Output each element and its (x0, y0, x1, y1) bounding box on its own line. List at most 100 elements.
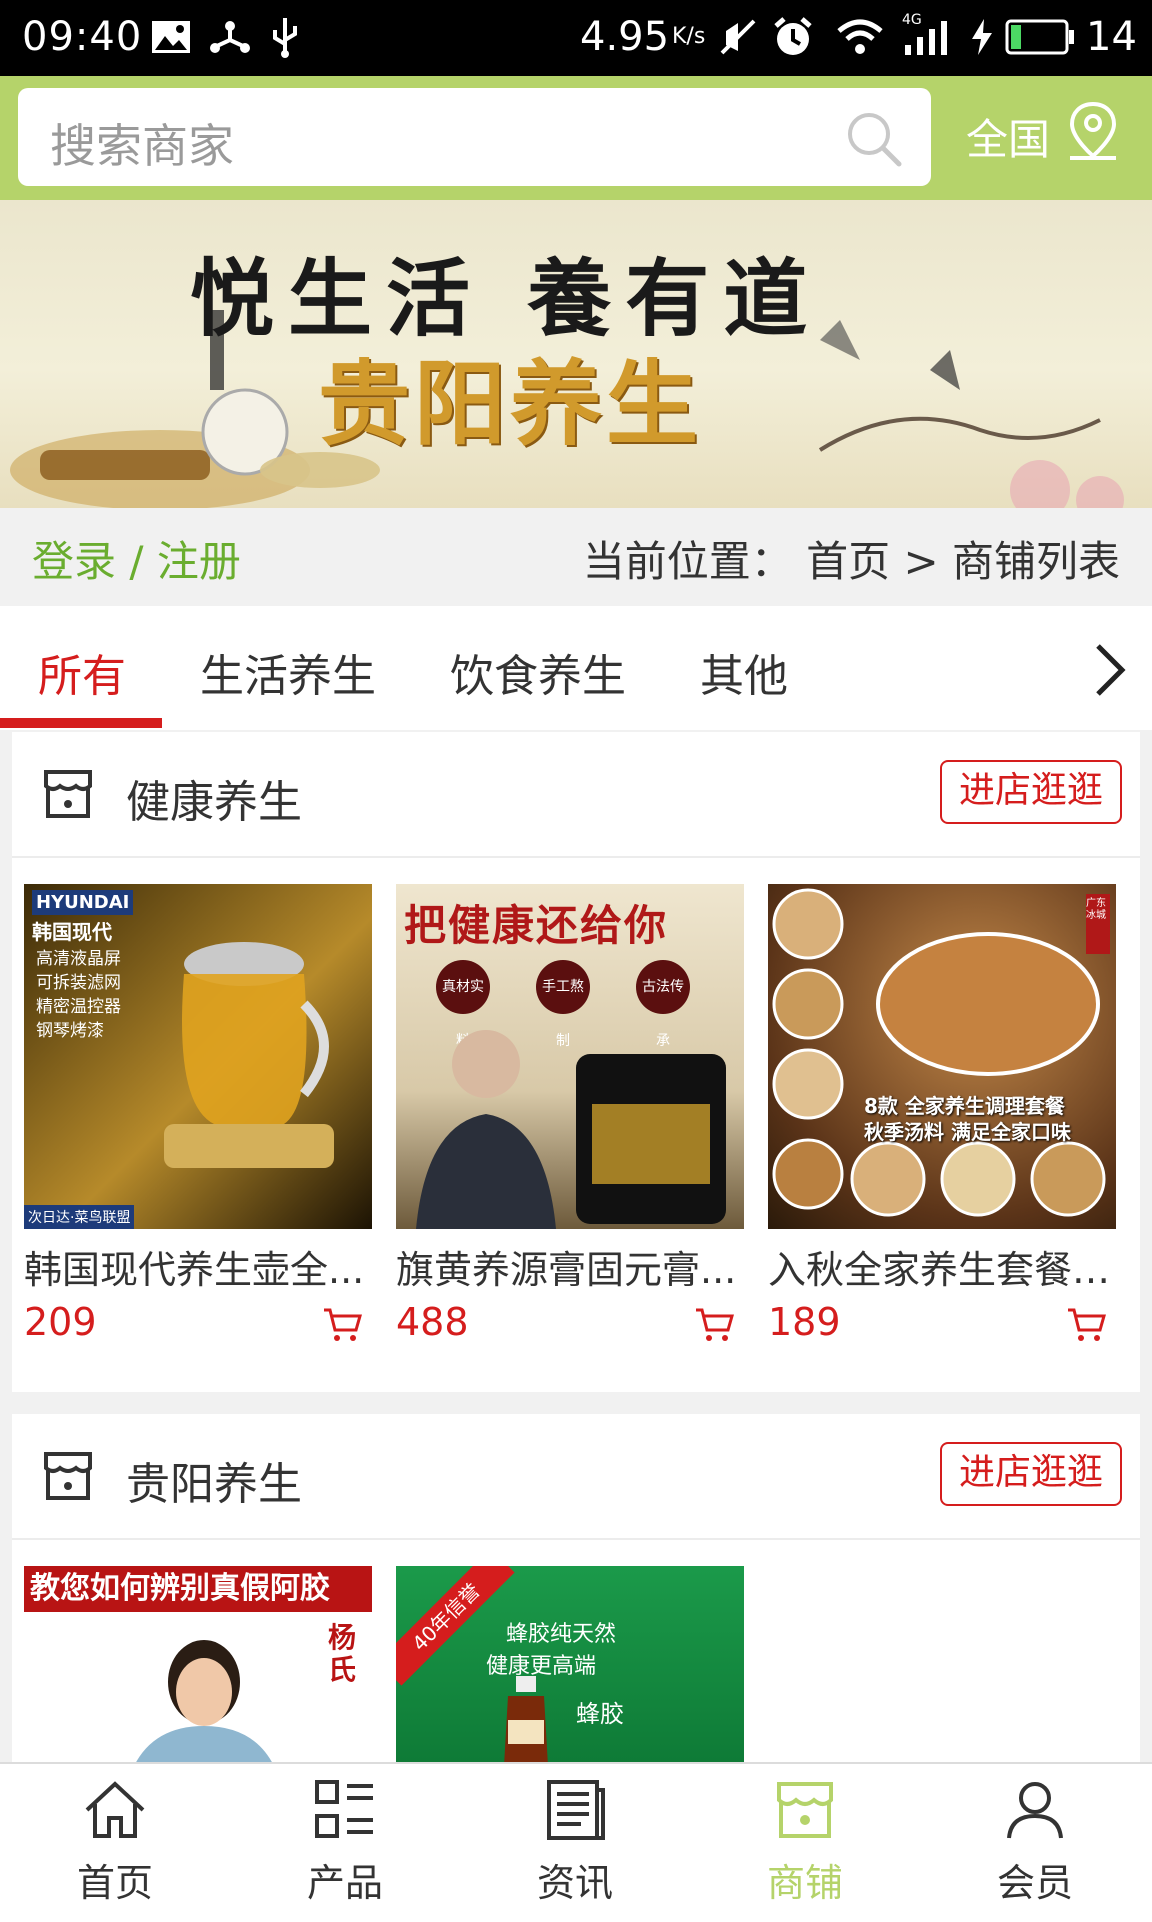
grid-list-icon (315, 1780, 373, 1838)
nav-home[interactable]: 首页 (0, 1776, 230, 1907)
chevron-right-icon[interactable] (1090, 640, 1130, 700)
visit-store-button[interactable]: 进店逛逛 (940, 1442, 1122, 1506)
active-tab-indicator (0, 718, 162, 728)
product-image-text: 蜂胶 (576, 1700, 624, 1728)
search-icon[interactable] (845, 110, 903, 168)
location-pin-icon[interactable] (1066, 100, 1120, 162)
register-link[interactable]: 注册 (157, 537, 241, 586)
region-selector[interactable]: 全国 (966, 106, 1050, 167)
product-card[interactable]: 8款 全家养生调理套餐 秋季汤料 满足全家口味 广东冰城 入秋全家养生套餐8..… (768, 884, 1116, 1352)
alarm-icon (770, 16, 816, 58)
cart-icon[interactable] (694, 1306, 734, 1344)
header-bar: 搜索商家 全国 (0, 76, 1152, 200)
product-image-text: 8款 全家养生调理套餐 (864, 1094, 1065, 1118)
nav-news[interactable]: 资讯 (460, 1776, 690, 1907)
product-name[interactable]: 入秋全家养生套餐8... (768, 1239, 1116, 1294)
battery-level: 14 (1086, 14, 1137, 60)
product-card[interactable]: 40年信誉 蜂胶纯天然 健康更高端 蜂胶 (396, 1566, 744, 1766)
store-icon (44, 1452, 92, 1500)
status-time: 09:40 (22, 14, 143, 60)
product-image-text: 古法传承 (636, 960, 690, 1049)
product-image-text: 教您如何辨别真假阿胶 (24, 1566, 372, 1612)
signal-icon: 4G (900, 12, 956, 58)
tab-other[interactable]: 其他 (700, 640, 788, 704)
search-placeholder[interactable]: 搜索商家 (50, 110, 234, 176)
home-icon (85, 1781, 145, 1838)
product-price-row: 209 (24, 1300, 372, 1352)
product-image[interactable]: 把健康还给你 真材实料 手工熬制 古法传承 (396, 884, 744, 1229)
search-box[interactable]: 搜索商家 (18, 88, 931, 186)
product-name[interactable]: 旗黄养源膏固元膏... (396, 1239, 744, 1294)
product-price: 189 (768, 1300, 841, 1344)
nav-label: 产品 (306, 1861, 383, 1905)
product-card[interactable]: 把健康还给你 真材实料 手工熬制 古法传承 旗黄养源膏固元膏... 488 (396, 884, 744, 1352)
login-separator: / (129, 537, 144, 586)
login-register: 登录 / 注册 (32, 528, 241, 589)
user-icon (1007, 1782, 1063, 1839)
net-speed: 4.95 (580, 14, 670, 60)
bottom-nav: 首页 产品 资讯 商铺 会员 (0, 1762, 1152, 1922)
product-image-text: 杨氏 (328, 1621, 357, 1686)
product-image-text: 高清液晶屏 (36, 949, 121, 969)
gallery-icon (150, 16, 192, 58)
breadcrumb: 当前位置： 首页 > 商铺列表 (582, 537, 1120, 586)
charging-icon (968, 16, 996, 58)
nav-label: 商铺 (766, 1861, 843, 1905)
news-icon (547, 1780, 605, 1840)
product-card[interactable]: HYUNDAI 韩国现代 高清液晶屏 可拆装滤网 精密温控器 钢琴烤漆 次日达·… (24, 884, 372, 1352)
mute-icon (716, 16, 760, 58)
product-image[interactable]: 教您如何辨别真假阿胶 杨氏 (24, 1566, 372, 1766)
store-name[interactable]: 贵阳养生 (126, 1448, 302, 1512)
product-name[interactable]: 韩国现代养生壶全... (24, 1239, 372, 1294)
kettle-illustration (164, 942, 334, 1168)
product-image-text: HYUNDAI (32, 890, 134, 915)
cart-icon[interactable] (322, 1306, 362, 1344)
product-price: 209 (24, 1300, 97, 1344)
product-price-row: 488 (396, 1300, 744, 1352)
product-image-text: 韩国现代 (32, 920, 112, 944)
person-photo (134, 1640, 274, 1766)
store-name[interactable]: 健康养生 (126, 766, 302, 830)
product-price: 488 (396, 1300, 469, 1344)
nav-label: 首页 (76, 1861, 153, 1905)
nav-member[interactable]: 会员 (920, 1776, 1150, 1907)
store-icon (44, 770, 92, 818)
product-price-row: 189 (768, 1300, 1116, 1352)
bottle-illustration (504, 1676, 548, 1766)
nav-label: 会员 (996, 1861, 1073, 1905)
status-bar: 09:40 4.95 K/s 4G 14 (0, 0, 1152, 76)
tab-life-wellness[interactable]: 生活养生 (200, 640, 376, 704)
nav-products[interactable]: 产品 (230, 1776, 460, 1907)
product-image-text: 可拆装滤网 (36, 973, 121, 993)
category-tabs: 所有 生活养生 饮食养生 其他 (0, 606, 1152, 730)
login-link[interactable]: 登录 (32, 537, 116, 586)
product-image-text: 蜂胶纯天然 (506, 1622, 617, 1647)
store-card: 健康养生 进店逛逛 HYUNDAI 韩国现代 高清液晶屏 可拆装滤网 精密温控器… (12, 732, 1140, 1392)
net-unit: K/s (672, 24, 706, 49)
cart-icon[interactable] (1066, 1306, 1106, 1344)
product-image-text: 钢琴烤漆 (36, 1021, 104, 1041)
product-image-text: 手工熬制 (536, 960, 590, 1049)
product-image[interactable]: HYUNDAI 韩国现代 高清液晶屏 可拆装滤网 精密温控器 钢琴烤漆 次日达·… (24, 884, 372, 1229)
soup-bowls-illustration (772, 888, 1110, 1217)
usb-icon (268, 16, 302, 58)
nav-stores[interactable]: 商铺 (690, 1776, 920, 1907)
product-image[interactable]: 40年信誉 蜂胶纯天然 健康更高端 蜂胶 (396, 1566, 744, 1766)
visit-store-button[interactable]: 进店逛逛 (940, 760, 1122, 824)
product-image-text: 真材实料 (436, 960, 490, 1049)
product-image[interactable]: 8款 全家养生调理套餐 秋季汤料 满足全家口味 广东冰城 (768, 884, 1116, 1229)
usb-share-icon (208, 16, 252, 58)
store-header: 健康养生 进店逛逛 (12, 732, 1140, 858)
product-image-text: 秋季汤料 满足全家口味 (864, 1120, 1071, 1144)
battery-icon (1004, 16, 1076, 58)
promo-banner[interactable]: 悦生活 養有道 贵阳养生 (0, 200, 1152, 508)
tab-all[interactable]: 所有 (38, 640, 126, 704)
tab-diet-wellness[interactable]: 饮食养生 (450, 640, 626, 704)
store-header: 贵阳养生 进店逛逛 (12, 1414, 1140, 1540)
banner-title: 贵阳养生 (318, 350, 703, 458)
login-bar: 登录 / 注册 当前位置： 首页 > 商铺列表 (0, 508, 1152, 606)
product-photo (416, 1030, 726, 1229)
product-image-text: 精密温控器 (36, 997, 121, 1017)
product-card[interactable]: 教您如何辨别真假阿胶 杨氏 (24, 1566, 372, 1766)
product-image-text: 把健康还给你 (404, 901, 669, 950)
